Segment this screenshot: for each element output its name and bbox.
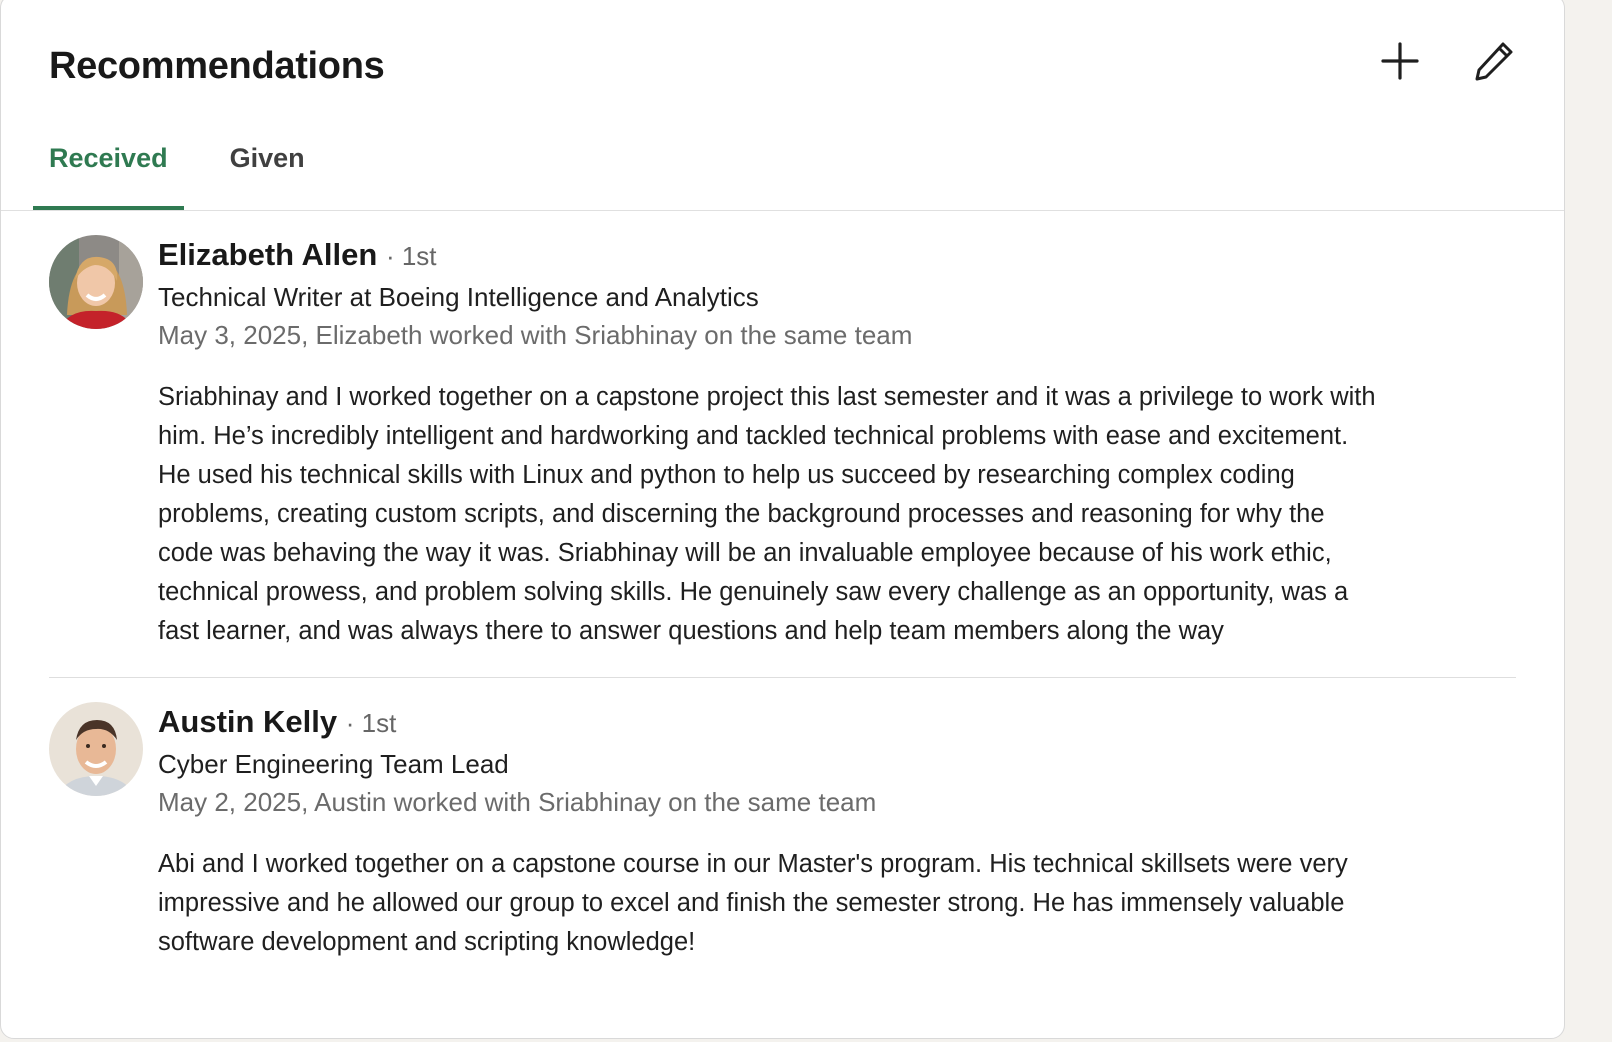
recommendation-body: Elizabeth Allen · 1st Technical Writer a…	[158, 235, 1516, 651]
recommendation-text: Sriabhinay and I worked together on a ca…	[158, 383, 1376, 645]
avatar[interactable]	[49, 235, 143, 329]
header-actions	[1378, 39, 1516, 83]
recommendation-meta: May 2, 2025, Austin worked with Sriabhin…	[158, 787, 877, 817]
add-recommendation-button[interactable]	[1378, 39, 1422, 83]
pencil-icon	[1475, 42, 1513, 81]
name-line: Elizabeth Allen · 1st	[158, 235, 1516, 277]
edit-recommendations-button[interactable]	[1472, 39, 1516, 83]
name-line: Austin Kelly · 1st	[158, 702, 1516, 744]
avatar-photo	[49, 702, 143, 796]
tab-given[interactable]: Given	[214, 125, 321, 210]
tab-divider	[1, 210, 1564, 211]
recommendations-card: Recommendations Received Given Elizabeth…	[0, 0, 1565, 1039]
recommender-name[interactable]: Elizabeth Allen	[158, 237, 377, 272]
tab-bar: Received Given	[33, 125, 1564, 210]
recommendation-body: Austin Kelly · 1st Cyber Engineering Tea…	[158, 702, 1516, 962]
avatar-photo	[49, 235, 143, 329]
recommender-name[interactable]: Austin Kelly	[158, 704, 337, 739]
plus-icon	[1381, 42, 1419, 80]
connection-degree: · 1st	[345, 708, 397, 738]
recommendation-meta: May 3, 2025, Elizabeth worked with Sriab…	[158, 320, 913, 350]
recommendation-text: Abi and I worked together on a capstone …	[158, 850, 1348, 956]
tab-received[interactable]: Received	[33, 125, 184, 210]
recommender-headline: Technical Writer at Boeing Intelligence …	[158, 282, 759, 312]
recommendation-divider	[49, 677, 1516, 678]
section-title: Recommendations	[49, 45, 385, 87]
connection-degree: · 1st	[385, 241, 437, 271]
avatar[interactable]	[49, 702, 143, 796]
recommender-headline: Cyber Engineering Team Lead	[158, 749, 509, 779]
section-header: Recommendations	[49, 39, 1516, 99]
